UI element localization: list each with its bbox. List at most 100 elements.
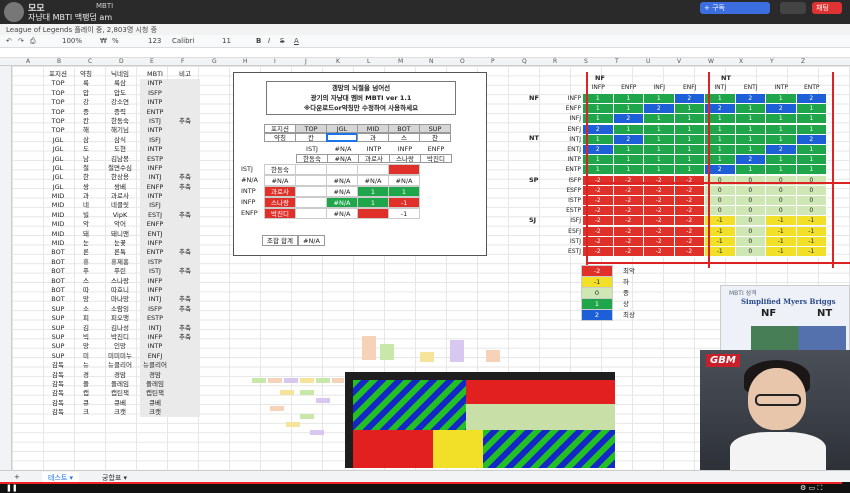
column-header[interactable]: J <box>305 58 307 65</box>
roster-position[interactable]: TOP <box>44 117 72 126</box>
roster-note[interactable] <box>170 276 200 286</box>
grid-cell[interactable]: 1 <box>644 155 675 166</box>
undo-icon[interactable]: ↶ <box>6 37 12 45</box>
compat-cell[interactable] <box>388 164 420 175</box>
roster-position[interactable]: MID <box>44 192 72 201</box>
roster-abbr[interactable]: 강 <box>72 98 100 107</box>
grid-cell[interactable]: -1 <box>796 226 827 237</box>
grid-cell[interactable]: -2 <box>613 247 644 257</box>
roster-note[interactable]: 추축 <box>170 248 200 258</box>
roster-note[interactable] <box>170 126 200 136</box>
roster-position[interactable]: MID <box>44 239 72 248</box>
roster-nick[interactable]: 증력 <box>100 108 140 117</box>
grid-cell[interactable]: 1 <box>613 104 644 115</box>
roster-mbti[interactable]: INTJ <box>140 323 170 333</box>
roster-mbti[interactable]: 크캣 <box>140 408 170 418</box>
roster-mbti[interactable]: ISTP <box>140 257 170 268</box>
roster-abbr[interactable]: 삼 <box>72 136 100 145</box>
grid-cell[interactable]: 1 <box>766 155 797 166</box>
pick-sup-input[interactable]: 찬 <box>419 133 451 142</box>
roster-position[interactable]: JGL <box>44 136 72 145</box>
grid-cell[interactable]: 0 <box>735 196 766 206</box>
grid-cell[interactable]: 1 <box>735 124 766 135</box>
column-header[interactable]: R <box>553 58 557 65</box>
roster-position[interactable]: TOP <box>44 108 72 117</box>
compat-cell[interactable]: #N/A <box>326 208 358 219</box>
column-header[interactable]: B <box>57 58 61 65</box>
percent-button[interactable]: % <box>112 37 119 45</box>
roster-mbti[interactable]: ISTJ <box>140 267 170 277</box>
roster-abbr[interactable]: 철 <box>72 164 100 173</box>
roster-position[interactable]: BOT <box>44 258 72 267</box>
compat-cell[interactable]: #N/A <box>326 175 358 186</box>
roster-position[interactable]: SUP <box>44 305 72 314</box>
grid-cell[interactable]: -1 <box>766 236 797 247</box>
roster-abbr[interactable]: 망 <box>72 342 100 351</box>
roster-nick[interactable]: 인망 <box>100 342 140 351</box>
grid-cell[interactable]: 1 <box>766 124 797 135</box>
grid-cell[interactable]: -2 <box>644 216 675 227</box>
roster-abbr[interactable]: 증 <box>72 108 100 117</box>
grid-cell[interactable]: 1 <box>674 134 705 145</box>
redo-icon[interactable]: ↷ <box>18 37 24 45</box>
grid-cell[interactable]: -2 <box>644 247 675 257</box>
print-icon[interactable]: ⎙ <box>30 37 36 46</box>
grid-cell[interactable]: 0 <box>796 175 827 186</box>
roster-note[interactable]: 추축 <box>170 173 200 183</box>
roster-mbti[interactable]: INTP <box>140 192 170 202</box>
roster-position[interactable]: JGL <box>44 155 72 164</box>
column-header[interactable]: W <box>708 58 714 65</box>
roster-position[interactable]: 감독 <box>44 380 72 389</box>
grid-cell[interactable]: 1 <box>674 124 705 135</box>
roster-note[interactable] <box>170 88 200 99</box>
grid-cell[interactable]: -2 <box>674 175 705 186</box>
grid-cell[interactable]: 0 <box>766 175 797 186</box>
grid-cell[interactable]: -2 <box>644 175 675 186</box>
grid-cell[interactable]: 1 <box>674 145 705 155</box>
grid-cell[interactable]: 1 <box>735 165 766 176</box>
roster-note[interactable]: 추축 <box>170 332 200 343</box>
column-header[interactable]: E <box>150 58 154 65</box>
roster-note[interactable] <box>170 98 200 108</box>
roster-nick[interactable]: 한상용 <box>100 173 140 182</box>
grid-cell[interactable]: 1 <box>796 104 827 115</box>
grid-cell[interactable]: 1 <box>735 104 766 115</box>
roster-abbr[interactable]: 눈 <box>72 239 100 248</box>
grid-cell[interactable]: 1 <box>644 165 675 176</box>
column-header[interactable]: G <box>212 58 217 65</box>
grid-cell[interactable]: 1 <box>796 114 827 125</box>
compat-cell[interactable] <box>357 208 389 219</box>
roster-abbr[interactable]: 뉴 <box>72 361 100 370</box>
roster-note[interactable] <box>170 361 200 371</box>
roster-position[interactable]: TOP <box>44 126 72 135</box>
follow-button[interactable]: + 구독 <box>700 2 770 14</box>
grid-cell[interactable]: 2 <box>613 134 644 145</box>
compat-cell[interactable] <box>357 164 389 175</box>
roster-abbr[interactable]: 돼 <box>72 230 100 239</box>
compat-cell[interactable]: #N/A <box>326 186 358 197</box>
grid-cell[interactable]: 1 <box>613 124 644 135</box>
column-header[interactable]: O <box>460 58 465 65</box>
roster-mbti[interactable]: INTJ <box>140 173 170 183</box>
grid-cell[interactable]: -2 <box>644 206 675 217</box>
roster-position[interactable]: BOT <box>44 286 72 295</box>
grid-cell[interactable]: 0 <box>766 196 797 206</box>
compat-cell[interactable]: 1 <box>357 197 389 208</box>
grid-cell[interactable]: -1 <box>766 247 797 257</box>
compat-cell[interactable]: #N/A <box>388 175 420 186</box>
grid-cell[interactable]: 0 <box>735 247 766 257</box>
roster-position[interactable]: JGL <box>44 164 72 173</box>
grid-cell[interactable]: 1 <box>644 114 675 125</box>
roster-abbr[interactable]: 크 <box>72 408 100 417</box>
roster-mbti[interactable]: INTP <box>140 126 170 136</box>
roster-note[interactable] <box>170 370 200 380</box>
add-sheet-icon[interactable]: + <box>8 472 26 482</box>
grid-cell[interactable]: -2 <box>613 226 644 237</box>
roster-mbti[interactable]: INFP <box>140 239 170 249</box>
roster-nick[interactable]: 과로사 <box>100 192 140 201</box>
grid-cell[interactable]: -2 <box>613 196 644 206</box>
column-header[interactable]: N <box>429 58 434 65</box>
roster-note[interactable] <box>170 285 200 296</box>
font-size-select[interactable]: 11 <box>222 37 231 45</box>
grid-cell[interactable]: -2 <box>644 196 675 206</box>
